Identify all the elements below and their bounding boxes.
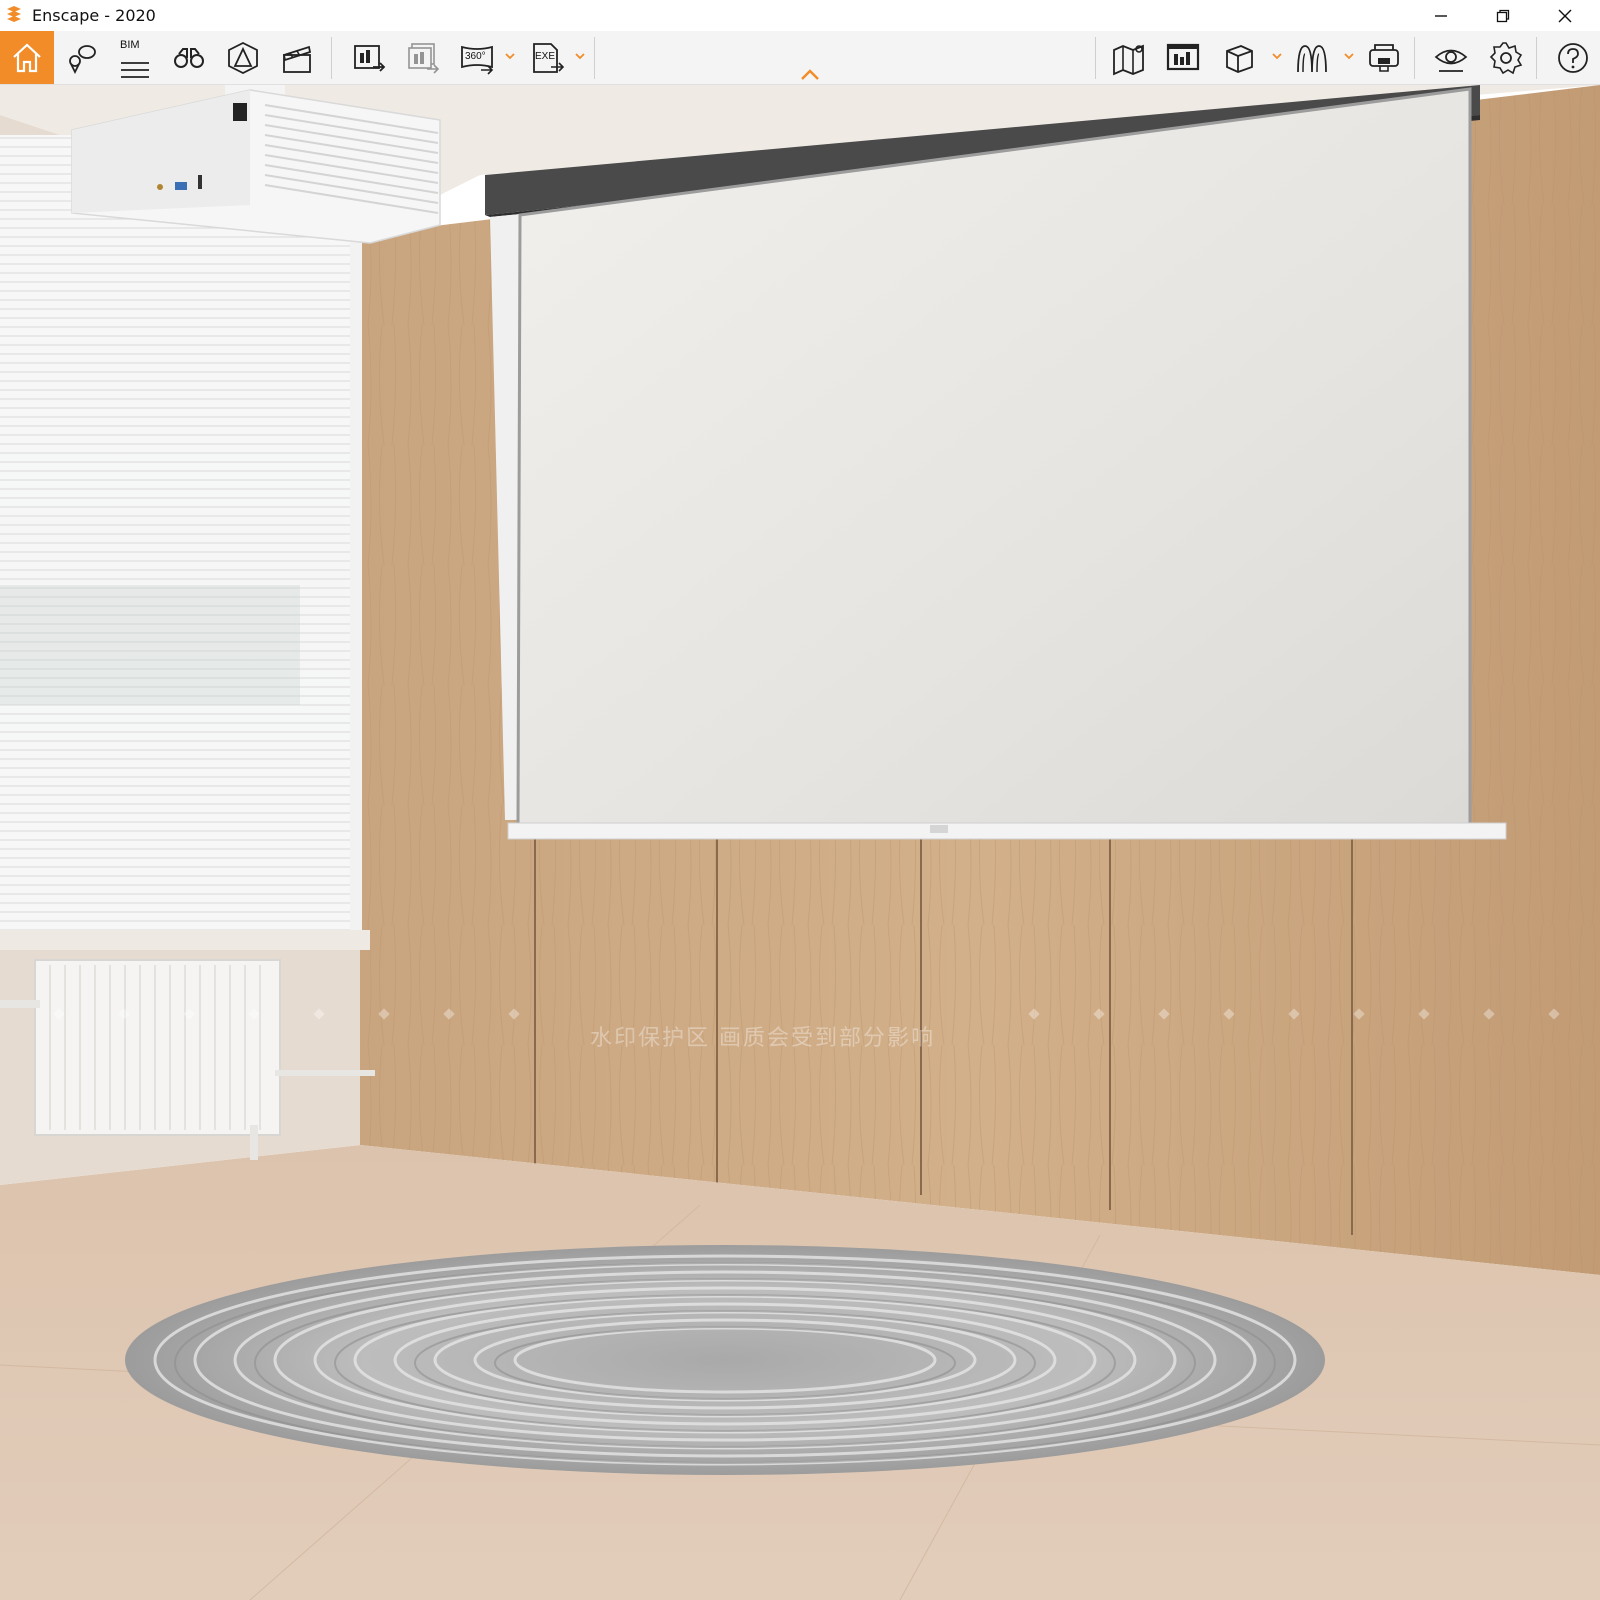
settings-icon [1489, 41, 1523, 74]
help-button[interactable] [1546, 31, 1600, 84]
toolbar-separator [1414, 37, 1415, 79]
exe-dropdown-chevron-icon[interactable] [573, 49, 587, 63]
main-toolbar: BIM 360° EXE [0, 31, 1600, 85]
toolbar-separator [1095, 37, 1096, 79]
vr-headset-icon [228, 41, 258, 74]
panorama-dropdown-chevron-icon[interactable] [503, 49, 517, 63]
title-bar: Enscape - 2020 [0, 0, 1600, 31]
visual-settings-button[interactable] [1424, 31, 1478, 84]
asset-dropdown-chevron-icon[interactable] [1342, 49, 1356, 63]
monitor-icon [1166, 43, 1200, 70]
bim-button[interactable]: BIM [108, 31, 162, 84]
toolbar-separator [1536, 37, 1537, 79]
help-icon [1558, 42, 1588, 73]
binoculars-button[interactable] [162, 31, 216, 84]
asset-library-icon [1297, 44, 1327, 72]
panorama-label: 360° [465, 51, 486, 62]
enscape-logo-icon [7, 6, 21, 22]
close-icon [1558, 9, 1572, 22]
bim-icon [121, 61, 149, 78]
map-button[interactable] [1102, 31, 1156, 84]
restore-icon [1496, 9, 1510, 22]
batch-export-button[interactable] [396, 31, 450, 84]
batch-export-icon [408, 42, 440, 74]
minimize-icon [1435, 14, 1447, 17]
vr-icon [1369, 43, 1399, 72]
panorama-export-button[interactable]: 360° [450, 31, 504, 84]
chevron-up-icon[interactable] [798, 67, 822, 83]
restore-button[interactable] [1472, 0, 1534, 31]
screenshot-export-icon [354, 44, 386, 72]
monitor-button[interactable] [1156, 31, 1210, 84]
settings-button[interactable] [1479, 31, 1533, 84]
home-button[interactable] [0, 31, 54, 84]
screenshot-export-button[interactable] [342, 31, 396, 84]
cube-dropdown-chevron-icon[interactable] [1270, 49, 1284, 63]
exe-label: EXE [535, 51, 556, 62]
watermark-text: 水印保护区 画质会受到部分影响 [590, 1026, 935, 1051]
cube-icon [1226, 44, 1253, 73]
eye-icon [1434, 49, 1468, 72]
clapperboard-icon [282, 45, 312, 73]
toolbar-separator [331, 37, 332, 79]
vr-headset-button[interactable] [216, 31, 270, 84]
pins-icon [69, 44, 96, 74]
window-title: Enscape - 2020 [32, 6, 156, 25]
video-editor-button[interactable] [270, 31, 324, 84]
home-icon [13, 43, 41, 72]
bim-label: BIM [120, 39, 140, 51]
views-button[interactable] [54, 31, 108, 84]
exe-export-button[interactable]: EXE [520, 31, 574, 84]
render-viewport[interactable]: 水印保护区 画质会受到部分影响 [0, 85, 1600, 1600]
toolbar-separator [594, 37, 595, 79]
cube-button[interactable] [1212, 31, 1266, 84]
asset-library-button[interactable] [1285, 31, 1339, 84]
close-button[interactable] [1534, 0, 1596, 31]
map-icon [1113, 44, 1144, 75]
rendered-scene [0, 85, 1600, 1600]
binoculars-icon [174, 47, 204, 68]
minimize-button[interactable] [1410, 0, 1472, 31]
vr-button[interactable] [1357, 31, 1411, 84]
